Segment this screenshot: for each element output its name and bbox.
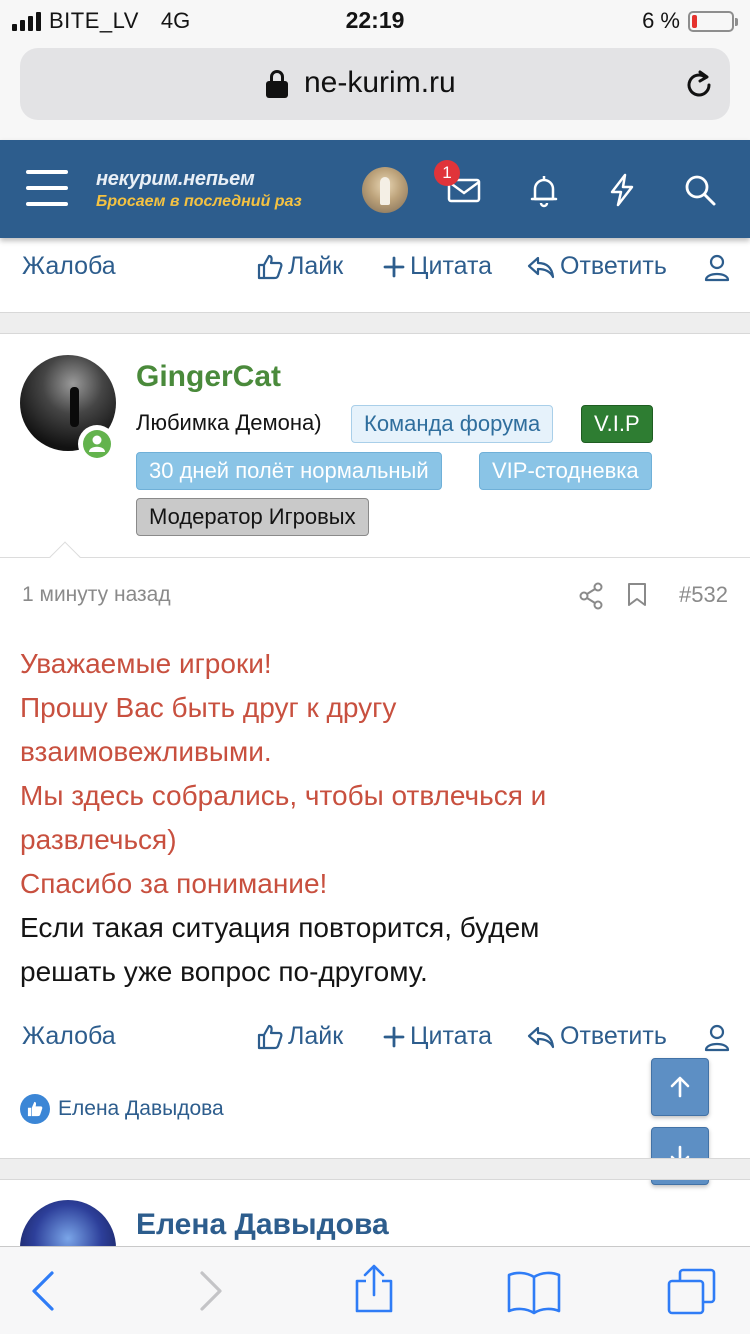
reply-icon — [527, 1026, 555, 1048]
bell-icon[interactable] — [526, 172, 562, 208]
reply-button[interactable]: Ответить — [526, 1022, 667, 1051]
user-icon[interactable] — [704, 254, 730, 282]
body-line: Спасибо за понимание! — [20, 868, 328, 899]
scroll-up-button[interactable] — [651, 1058, 709, 1116]
previous-post-actions: Жалоба Лайк Цитата Ответить — [0, 248, 750, 288]
quote-button[interactable]: Цитата — [382, 252, 492, 281]
body-line: Мы здесь собрались, чтобы отвлечься и — [20, 780, 547, 811]
reply-button[interactable]: Ответить — [526, 252, 667, 281]
like-button[interactable]: Лайк — [256, 1022, 343, 1051]
body-line: Прошу Вас быть друг к другу — [20, 692, 397, 723]
browser-toolbar — [0, 1246, 750, 1334]
report-link[interactable]: Жалоба — [22, 1022, 116, 1051]
menu-icon[interactable] — [26, 170, 68, 208]
like-badge-icon — [20, 1094, 50, 1124]
user-icon[interactable] — [704, 1024, 730, 1052]
reply-icon — [527, 256, 555, 278]
quote-button[interactable]: Цитата — [382, 1022, 492, 1051]
banner-team: Команда форума — [351, 405, 554, 443]
logo-subtitle: Бросаем в последний раз — [96, 193, 302, 210]
post-number[interactable]: #532 — [679, 582, 728, 608]
battery-level — [692, 14, 698, 28]
share-sheet-icon[interactable] — [352, 1263, 396, 1315]
report-label: Жалоба — [22, 252, 116, 280]
post-divider — [0, 312, 750, 334]
banner-vip: V.I.P — [581, 405, 653, 443]
logo-main: некурим.непьем — [96, 168, 255, 190]
reply-label: Ответить — [560, 252, 667, 280]
body-line: взаимовежливыми. — [20, 736, 272, 767]
like-label: Лайк — [288, 1022, 344, 1050]
quote-label: Цитата — [410, 252, 493, 280]
plus-icon — [383, 1026, 405, 1047]
quote-label: Цитата — [410, 1022, 493, 1050]
post-body: Уважаемые игроки! Прошу Вас быть друг к … — [20, 642, 720, 994]
share-icon[interactable] — [578, 582, 604, 610]
forward-icon[interactable] — [198, 1269, 224, 1313]
back-icon[interactable] — [30, 1269, 56, 1313]
banner-vip-100: VIP-стодневка — [479, 452, 652, 490]
arrow-up-icon — [670, 1076, 690, 1098]
battery-percent: 6 % — [642, 8, 680, 33]
search-icon[interactable] — [682, 172, 718, 208]
browser-address-area: ne-kurim.ru — [0, 40, 750, 140]
tabs-icon[interactable] — [666, 1267, 718, 1317]
lock-icon — [266, 70, 288, 98]
banner-moderator: Модератор Игровых — [136, 498, 369, 536]
like-button[interactable]: Лайк — [256, 252, 343, 281]
likes-summary[interactable]: Елена Давыдова — [20, 1094, 224, 1124]
status-right: 6 % — [642, 8, 738, 34]
body-line: решать уже вопрос по-другому. — [20, 956, 428, 987]
reply-label: Ответить — [560, 1022, 667, 1050]
clock: 22:19 — [345, 7, 405, 33]
next-post-username[interactable]: Елена Давыдова — [136, 1208, 389, 1242]
thumbs-up-icon — [257, 254, 283, 279]
address-bar[interactable]: ne-kurim.ru — [20, 48, 730, 120]
user-title: Любимка Демона) — [136, 410, 322, 435]
battery-icon — [688, 10, 738, 32]
notification-badge: 1 — [434, 160, 460, 186]
lightning-icon[interactable] — [604, 172, 640, 208]
bookmark-icon[interactable] — [626, 582, 648, 608]
body-line: Если такая ситуация повторится, будем — [20, 912, 540, 943]
post-username[interactable]: GingerCat — [136, 360, 281, 394]
url-text: ne-kurim.ru — [304, 66, 456, 99]
reload-icon[interactable] — [682, 68, 716, 102]
message-arrow — [49, 541, 81, 573]
message-separator — [0, 557, 750, 558]
report-label: Жалоба — [22, 1022, 116, 1050]
plus-icon — [383, 256, 405, 277]
bookmarks-icon[interactable] — [506, 1269, 562, 1315]
account-avatar[interactable] — [362, 167, 408, 213]
body-line: развлечься) — [20, 824, 177, 855]
post-time[interactable]: 1 минуту назад — [22, 583, 171, 607]
site-header: некурим.непьем Бросаем в последний раз 1 — [0, 140, 750, 238]
banner-30-days: 30 дней полёт нормальный — [136, 452, 442, 490]
liked-by-name: Елена Давыдова — [58, 1097, 224, 1120]
thumbs-up-icon — [257, 1024, 283, 1049]
site-logo[interactable]: некурим.непьем Бросаем в последний раз — [96, 168, 302, 211]
post-actions: Жалоба Лайк Цитата Ответить — [0, 1018, 750, 1058]
status-bar: BITE_LV 4G 22:19 6 % — [0, 0, 750, 40]
post-divider — [0, 1158, 750, 1180]
online-status-icon — [78, 425, 116, 463]
report-link[interactable]: Жалоба — [22, 252, 116, 281]
body-line: Уважаемые игроки! — [20, 648, 272, 679]
like-label: Лайк — [288, 252, 344, 280]
